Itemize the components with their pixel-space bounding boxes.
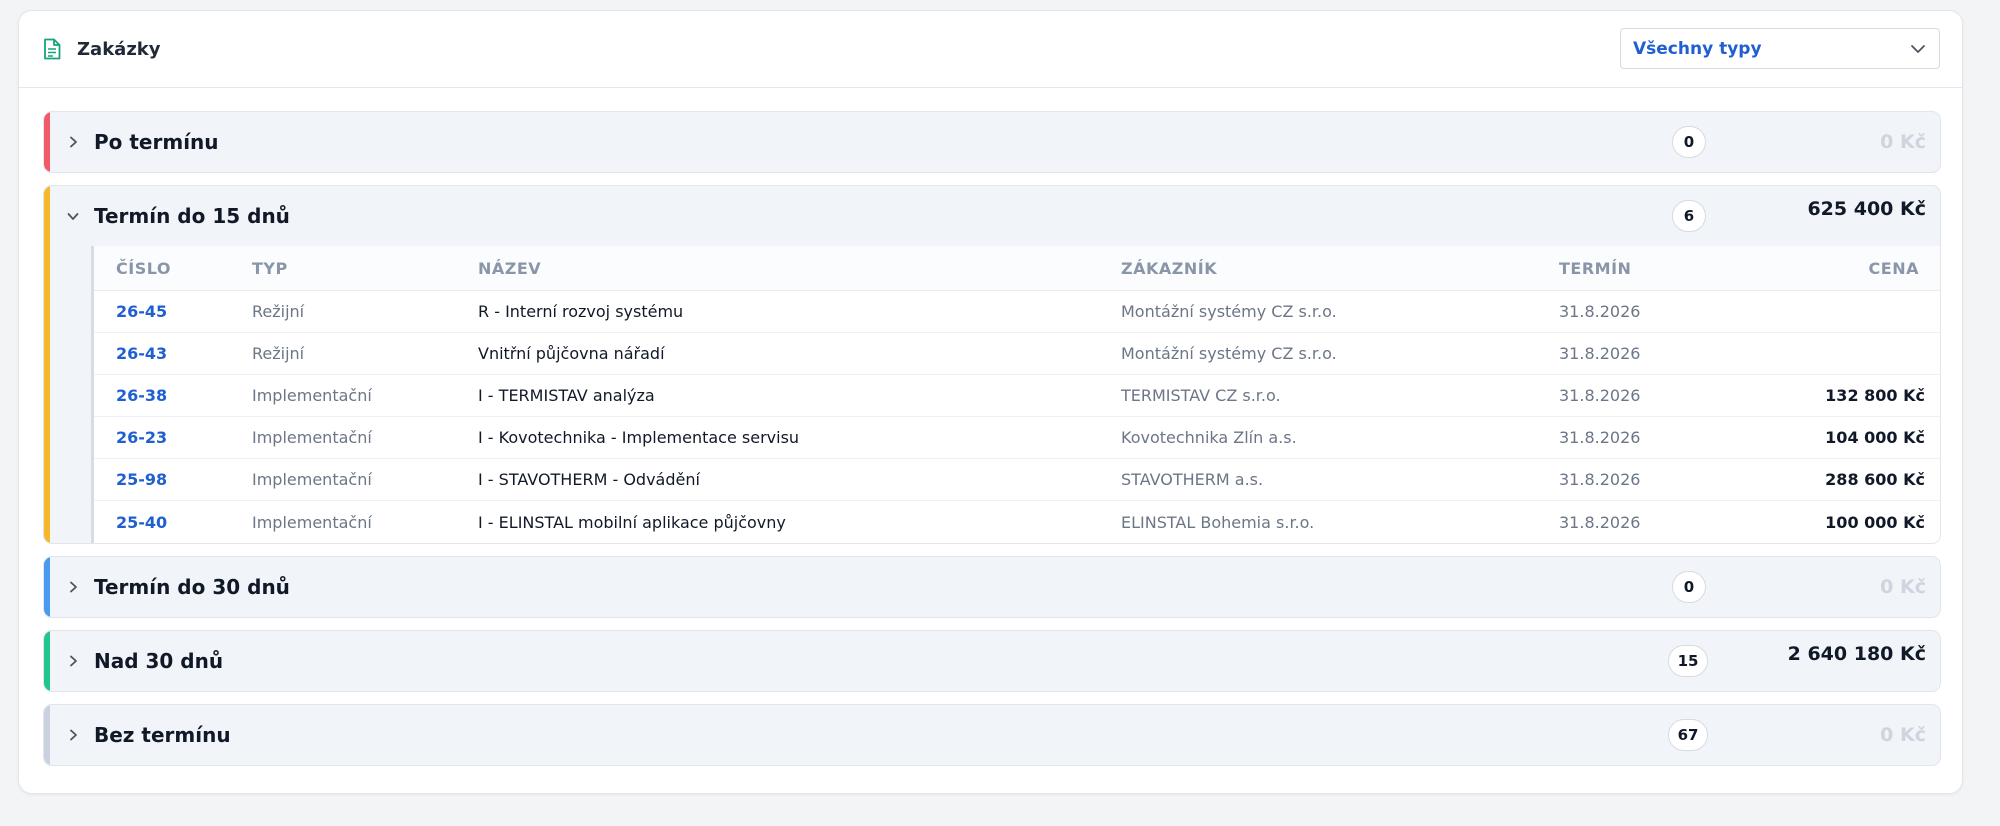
count-badge: 15 bbox=[1668, 645, 1708, 677]
group-sum: 0 Kč bbox=[1880, 724, 1926, 746]
order-price: 100 000 Kč bbox=[1825, 512, 1925, 532]
order-deadline: 31.8.2026 bbox=[1559, 512, 1641, 532]
page-title: Zakázky bbox=[77, 38, 161, 60]
group-sum: 2 640 180 Kč bbox=[1787, 643, 1926, 665]
order-customer: Montážní systémy CZ s.r.o. bbox=[1121, 344, 1337, 363]
order-number-link[interactable]: 26-43 bbox=[94, 344, 252, 363]
order-number-link[interactable]: 26-38 bbox=[94, 386, 252, 405]
count-badge: 6 bbox=[1672, 200, 1706, 232]
group-overdue: Po termínu 0 0 Kč bbox=[43, 111, 1941, 173]
group-header-within-15-days[interactable]: Termín do 15 dnů 6 625 400 Kč bbox=[44, 186, 1940, 246]
table-row[interactable]: 25-98 Implementační I - STAVOTHERM - Odv… bbox=[94, 459, 1940, 501]
column-header-nazev[interactable]: NÁZEV bbox=[478, 259, 1121, 278]
order-type: Implementační bbox=[252, 470, 372, 489]
column-header-typ[interactable]: TYP bbox=[252, 259, 478, 278]
table-row[interactable]: 26-43 Režijní Vnitřní půjčovna nářadí Mo… bbox=[94, 333, 1940, 375]
group-header-over-30-days[interactable]: Nad 30 dnů 15 2 640 180 Kč bbox=[44, 631, 1940, 691]
group-no-deadline: Bez termínu 67 0 Kč bbox=[43, 704, 1941, 766]
group-header-overdue[interactable]: Po termínu 0 0 Kč bbox=[44, 112, 1940, 172]
column-header-cislo[interactable]: ČÍSLO bbox=[94, 259, 252, 278]
order-name: R - Interní rozvoj systému bbox=[478, 302, 684, 321]
order-number-link[interactable]: 26-45 bbox=[94, 302, 252, 321]
order-name: Vnitřní půjčovna nářadí bbox=[478, 344, 665, 363]
group-label: Termín do 15 dnů bbox=[94, 204, 290, 228]
orders-card: Zakázky Všechny typy Po termínu 0 0 Kč T… bbox=[18, 10, 1963, 794]
table-row[interactable]: 26-45 Režijní R - Interní rozvoj systému… bbox=[94, 291, 1940, 333]
order-number-link[interactable]: 25-40 bbox=[94, 513, 252, 532]
order-number-link[interactable]: 26-23 bbox=[94, 428, 252, 447]
deadline-groups: Po termínu 0 0 Kč Termín do 15 dnů 6 625… bbox=[43, 111, 1941, 778]
group-within-30-days: Termín do 30 dnů 0 0 Kč bbox=[43, 556, 1941, 618]
document-icon bbox=[43, 37, 63, 61]
order-deadline: 31.8.2026 bbox=[1559, 386, 1641, 405]
order-price: 288 600 Kč bbox=[1825, 470, 1925, 489]
table-row[interactable]: 26-38 Implementační I - TERMISTAV analýz… bbox=[94, 375, 1940, 417]
group-label: Termín do 30 dnů bbox=[94, 575, 290, 599]
order-type: Režijní bbox=[252, 344, 305, 363]
table-header: ČÍSLO TYP NÁZEV ZÁKAZNÍK TERMÍN CENA bbox=[94, 246, 1940, 291]
orders-table: ČÍSLO TYP NÁZEV ZÁKAZNÍK TERMÍN CENA 26-… bbox=[91, 246, 1940, 543]
group-label: Nad 30 dnů bbox=[94, 649, 224, 673]
column-header-cena[interactable]: CENA bbox=[1799, 259, 1937, 278]
order-customer: Montážní systémy CZ s.r.o. bbox=[1121, 302, 1337, 321]
group-header-no-deadline[interactable]: Bez termínu 67 0 Kč bbox=[44, 705, 1940, 765]
card-header: Zakázky Všechny typy bbox=[19, 11, 1962, 88]
order-number-link[interactable]: 25-98 bbox=[94, 470, 252, 489]
group-over-30-days: Nad 30 dnů 15 2 640 180 Kč bbox=[43, 630, 1941, 692]
chevron-right-icon bbox=[64, 652, 82, 670]
type-filter-value: Všechny typy bbox=[1633, 38, 1762, 59]
group-label: Bez termínu bbox=[94, 723, 231, 747]
order-customer: STAVOTHERM a.s. bbox=[1121, 470, 1264, 489]
order-type: Implementační bbox=[252, 386, 372, 405]
order-name: I - STAVOTHERM - Odvádění bbox=[478, 470, 700, 489]
column-header-zakaznik[interactable]: ZÁKAZNÍK bbox=[1121, 259, 1559, 278]
chevron-right-icon bbox=[64, 726, 82, 744]
order-deadline: 31.8.2026 bbox=[1559, 470, 1641, 489]
group-within-15-days: Termín do 15 dnů 6 625 400 Kč ČÍSLO TYP … bbox=[43, 185, 1941, 544]
chevron-right-icon bbox=[64, 133, 82, 151]
order-type: Implementační bbox=[252, 428, 372, 447]
chevron-right-icon bbox=[64, 578, 82, 596]
order-name: I - TERMISTAV analýza bbox=[478, 386, 655, 405]
order-deadline: 31.8.2026 bbox=[1559, 428, 1641, 447]
chevron-down-icon bbox=[1909, 40, 1927, 58]
type-filter-select[interactable]: Všechny typy bbox=[1620, 28, 1940, 69]
group-header-within-30-days[interactable]: Termín do 30 dnů 0 0 Kč bbox=[44, 557, 1940, 617]
order-name: I - ELINSTAL mobilní aplikace půjčovny bbox=[478, 512, 786, 532]
order-type: Režijní bbox=[252, 302, 305, 321]
order-name: I - Kovotechnika - Implementace servisu bbox=[478, 428, 800, 447]
count-badge: 0 bbox=[1672, 571, 1706, 603]
group-label: Po termínu bbox=[94, 130, 219, 154]
count-badge: 0 bbox=[1672, 126, 1706, 158]
order-customer: TERMISTAV CZ s.r.o. bbox=[1121, 386, 1281, 405]
order-customer: Kovotechnika Zlín a.s. bbox=[1121, 428, 1297, 447]
order-type: Implementační bbox=[252, 512, 372, 532]
group-sum: 0 Kč bbox=[1880, 576, 1926, 598]
order-deadline: 31.8.2026 bbox=[1559, 344, 1641, 363]
count-badge: 67 bbox=[1668, 719, 1708, 751]
table-row[interactable]: 26-23 Implementační I - Kovotechnika - I… bbox=[94, 417, 1940, 459]
order-deadline: 31.8.2026 bbox=[1559, 302, 1641, 321]
chevron-down-icon bbox=[64, 207, 82, 225]
group-sum: 0 Kč bbox=[1880, 131, 1926, 153]
table-row[interactable]: 25-40 Implementační I - ELINSTAL mobilní… bbox=[94, 501, 1940, 543]
group-sum: 625 400 Kč bbox=[1807, 198, 1926, 220]
order-price: 132 800 Kč bbox=[1825, 386, 1925, 405]
order-customer: ELINSTAL Bohemia s.r.o. bbox=[1121, 512, 1315, 532]
column-header-termin[interactable]: TERMÍN bbox=[1559, 259, 1799, 278]
order-price: 104 000 Kč bbox=[1825, 428, 1925, 447]
